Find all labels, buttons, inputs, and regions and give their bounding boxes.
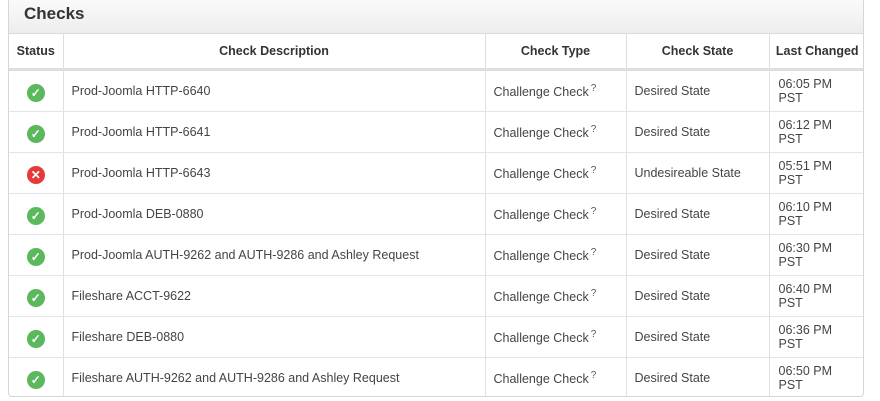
help-icon[interactable]: ? [591, 247, 597, 258]
check-state: Desired State [626, 275, 770, 317]
table-header-row: Status Check Description Check Type Chec… [9, 34, 863, 71]
last-changed: 05:51 PM PST [769, 152, 863, 194]
check-circle-icon: ✓ [26, 125, 45, 143]
check-circle-icon: ✓ [26, 371, 45, 389]
status-cell: ✓ [9, 69, 64, 112]
check-type-cell: Challenge Check? [485, 275, 627, 317]
check-state: Desired State [626, 357, 770, 396]
last-changed: 06:50 PM PST [778, 364, 833, 392]
last-changed: 06:30 PM PST [769, 234, 863, 276]
help-icon[interactable]: ? [591, 165, 597, 176]
help-icon[interactable]: ? [591, 83, 597, 94]
panel-title: Checks [24, 4, 85, 23]
check-circle-icon: ✓ [26, 330, 45, 348]
error-circle-icon: ✕ [26, 166, 45, 184]
table-row[interactable]: ✓ Fileshare AUTH-9262 and AUTH-9286 and A… [9, 357, 863, 396]
table-row[interactable]: ✓ Prod-Joomla DEB-0880 Challenge Check? Des… [9, 193, 863, 235]
check-description[interactable]: Prod-Joomla HTTP-6641 [63, 111, 486, 153]
check-state: Desired State [626, 193, 770, 235]
help-icon[interactable]: ? [591, 370, 597, 381]
table-row[interactable]: ✓ Fileshare ACCT-9622 Challenge Check? Desi… [9, 275, 863, 317]
table-row[interactable]: ✓ Prod-Joomla HTTP-6640 Challenge Check? De… [9, 69, 863, 112]
last-changed: 06:12 PM PST [769, 111, 863, 153]
check-type-cell: Challenge Check? [485, 316, 627, 358]
help-icon[interactable]: ? [591, 288, 597, 299]
help-icon[interactable]: ? [591, 329, 597, 340]
status-cell: ✕ [9, 152, 64, 194]
check-circle-icon: ✓ [26, 248, 45, 266]
check-circle-icon: ✓ [26, 84, 45, 102]
status-cell: ✓ [9, 275, 64, 317]
check-type: Challenge Check [493, 208, 589, 223]
check-description[interactable]: Prod-Joomla HTTP-6643 [63, 152, 486, 194]
column-header-state[interactable]: Check State [626, 34, 770, 71]
status-cell: ✓ [9, 111, 64, 153]
check-type: Challenge Check [493, 85, 589, 100]
check-circle-icon: ✓ [26, 207, 45, 225]
check-type: Challenge Check [493, 331, 589, 346]
check-state: Desired State [626, 111, 770, 153]
check-type-cell: Challenge Check? [485, 111, 627, 153]
check-description[interactable]: Prod-Joomla HTTP-6640 [63, 69, 486, 112]
check-type: Challenge Check [493, 126, 589, 141]
status-cell: ✓ [9, 234, 64, 276]
check-type-cell: Challenge Check? [485, 152, 627, 194]
check-type: Challenge Check [493, 167, 589, 182]
column-header-description[interactable]: Check Description [63, 34, 486, 71]
status-cell: ✓ [9, 193, 64, 235]
check-description[interactable]: Fileshare DEB-0880 [63, 316, 486, 358]
check-state: Desired State [626, 234, 770, 276]
check-description[interactable]: Fileshare ACCT-9622 [63, 275, 486, 317]
table-row[interactable]: ✓ Prod-Joomla AUTH-9262 and AUTH-9286 and… [9, 234, 863, 276]
help-icon[interactable]: ? [591, 124, 597, 135]
last-changed: 06:05 PM PST [769, 69, 863, 112]
check-type-cell: Challenge Check? [485, 69, 627, 112]
column-header-type[interactable]: Check Type [485, 34, 627, 71]
checks-table: Status Check Description Check Type Chec… [9, 34, 863, 396]
check-type: Challenge Check [493, 372, 589, 387]
check-type-cell: Challenge Check? [485, 234, 627, 276]
check-description[interactable]: Prod-Joomla AUTH-9262 and AUTH-9286 and … [63, 234, 486, 276]
check-description[interactable]: Prod-Joomla DEB-0880 [63, 193, 486, 235]
check-state: Desired State [626, 316, 770, 358]
last-changed: 06:10 PM PST [769, 193, 863, 235]
last-changed: 06:36 PM PST [769, 316, 863, 358]
panel-header: Checks [9, 0, 863, 34]
check-description[interactable]: Fileshare AUTH-9262 and AUTH-9286 and As… [63, 357, 486, 396]
check-state: Undesireable State [626, 152, 770, 194]
status-cell: ✓ [9, 357, 64, 396]
check-type-cell: Challenge Check? [485, 357, 627, 396]
status-cell: ✓ [9, 316, 64, 358]
check-type: Challenge Check [493, 290, 589, 305]
check-type: Challenge Check [493, 249, 589, 264]
help-icon[interactable]: ? [591, 206, 597, 217]
column-header-status[interactable]: Status [9, 34, 64, 71]
column-header-last-changed[interactable]: Last Changed [769, 34, 863, 71]
last-changed: 06:40 PM PST [769, 275, 863, 317]
check-state: Desired State [626, 69, 770, 112]
check-circle-icon: ✓ [26, 289, 45, 307]
table-row[interactable]: ✓ Prod-Joomla HTTP-6641 Challenge Check? De… [9, 111, 863, 153]
table-row[interactable]: ✕ Prod-Joomla HTTP-6643 Challenge Check? Un… [9, 152, 863, 194]
check-type-cell: Challenge Check? [485, 193, 627, 235]
table-row[interactable]: ✓ Fileshare DEB-0880 Challenge Check? Desir… [9, 316, 863, 358]
checks-panel: Checks Status Check Description Check Ty… [8, 0, 864, 397]
